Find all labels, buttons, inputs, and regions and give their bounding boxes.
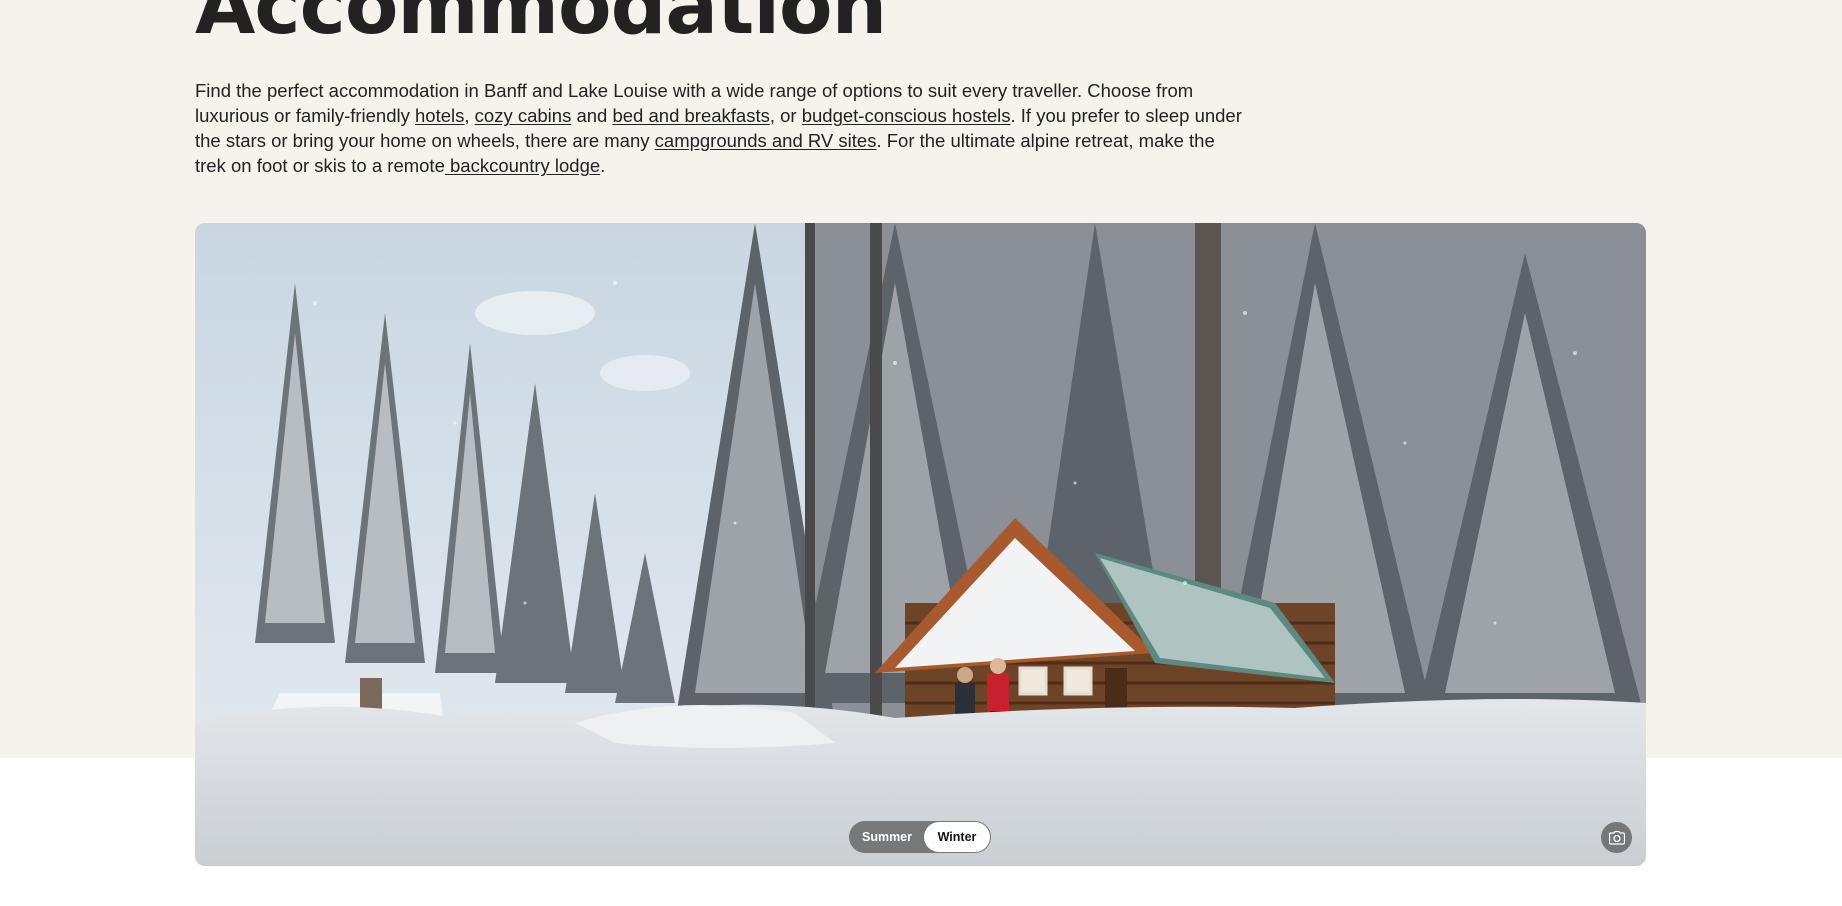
season-toggle: Summer Winter (849, 821, 991, 853)
summer-toggle-button[interactable]: Summer (850, 822, 924, 852)
cozy-cabins-link[interactable]: cozy cabins (475, 105, 572, 126)
photo-credit-button[interactable] (1601, 822, 1632, 853)
hero-image: Summer Winter (195, 223, 1646, 866)
campgrounds-link[interactable]: campgrounds and RV sites (655, 130, 877, 151)
hostels-link[interactable]: budget-conscious hostels (802, 105, 1011, 126)
intro-text: , (464, 105, 475, 126)
intro-text: and (571, 105, 613, 126)
intro-text: , or (769, 105, 802, 126)
camera-icon (1608, 830, 1625, 845)
winter-cabin-scene (195, 223, 1646, 866)
backcountry-lodge-link[interactable]: backcountry lodge (445, 155, 600, 176)
hotels-link[interactable]: hotels (415, 105, 464, 126)
bed-and-breakfasts-link[interactable]: bed and breakfasts (612, 105, 769, 126)
page-title: Accommodation (195, 0, 887, 52)
intro-text: . (600, 155, 606, 176)
intro-paragraph: Find the perfect accommodation in Banff … (195, 78, 1245, 178)
winter-toggle-button[interactable]: Winter (924, 822, 990, 852)
